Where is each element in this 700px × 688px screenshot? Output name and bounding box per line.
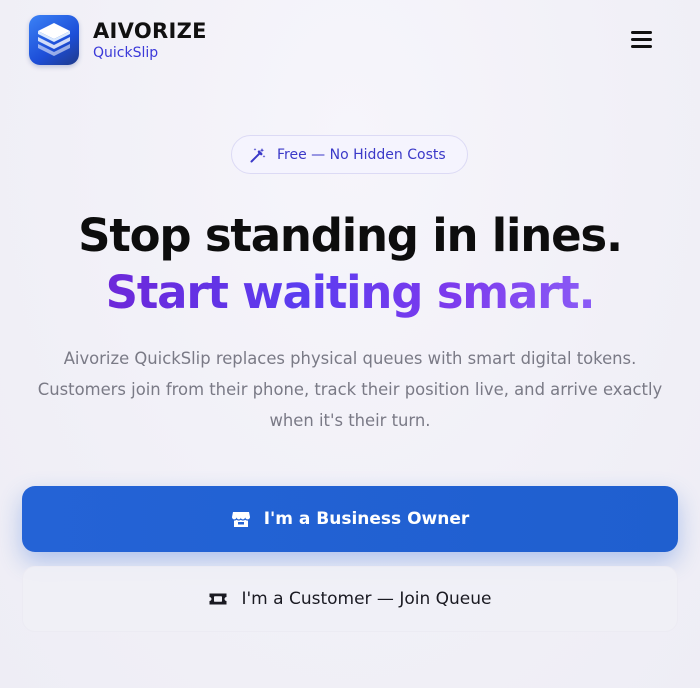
business-owner-button-label: I'm a Business Owner [263,509,470,529]
badge-text: Free — No Hidden Costs [277,146,446,163]
brand-logo[interactable] [29,15,79,65]
stacked-layers-icon [38,23,70,56]
magic-wand-icon [250,147,266,162]
customer-join-queue-button-label: I'm a Customer — Join Queue [241,589,492,609]
hamburger-menu-icon[interactable] [629,28,655,50]
business-owner-button[interactable]: I'm a Business Owner [22,486,678,552]
brand-wordmark[interactable]: AIVORIZE QuickSlip [93,19,207,62]
storefront-icon [231,512,250,527]
hero-description: Aivorize QuickSlip replaces physical que… [37,349,663,430]
ticket-icon [209,593,227,605]
hero-title-line2: Start waiting smart. [0,264,700,322]
hero-title-line1: Stop standing in lines. [78,209,623,262]
hero-title-line2-text: Start waiting smart. [105,266,596,319]
free-badge: Free — No Hidden Costs [231,135,468,174]
brand-name: AIVORIZE [93,19,207,43]
app-header: AIVORIZE QuickSlip [0,0,700,80]
customer-join-queue-button[interactable]: I'm a Customer — Join Queue [22,566,678,632]
brand-product-name: QuickSlip [93,45,159,61]
